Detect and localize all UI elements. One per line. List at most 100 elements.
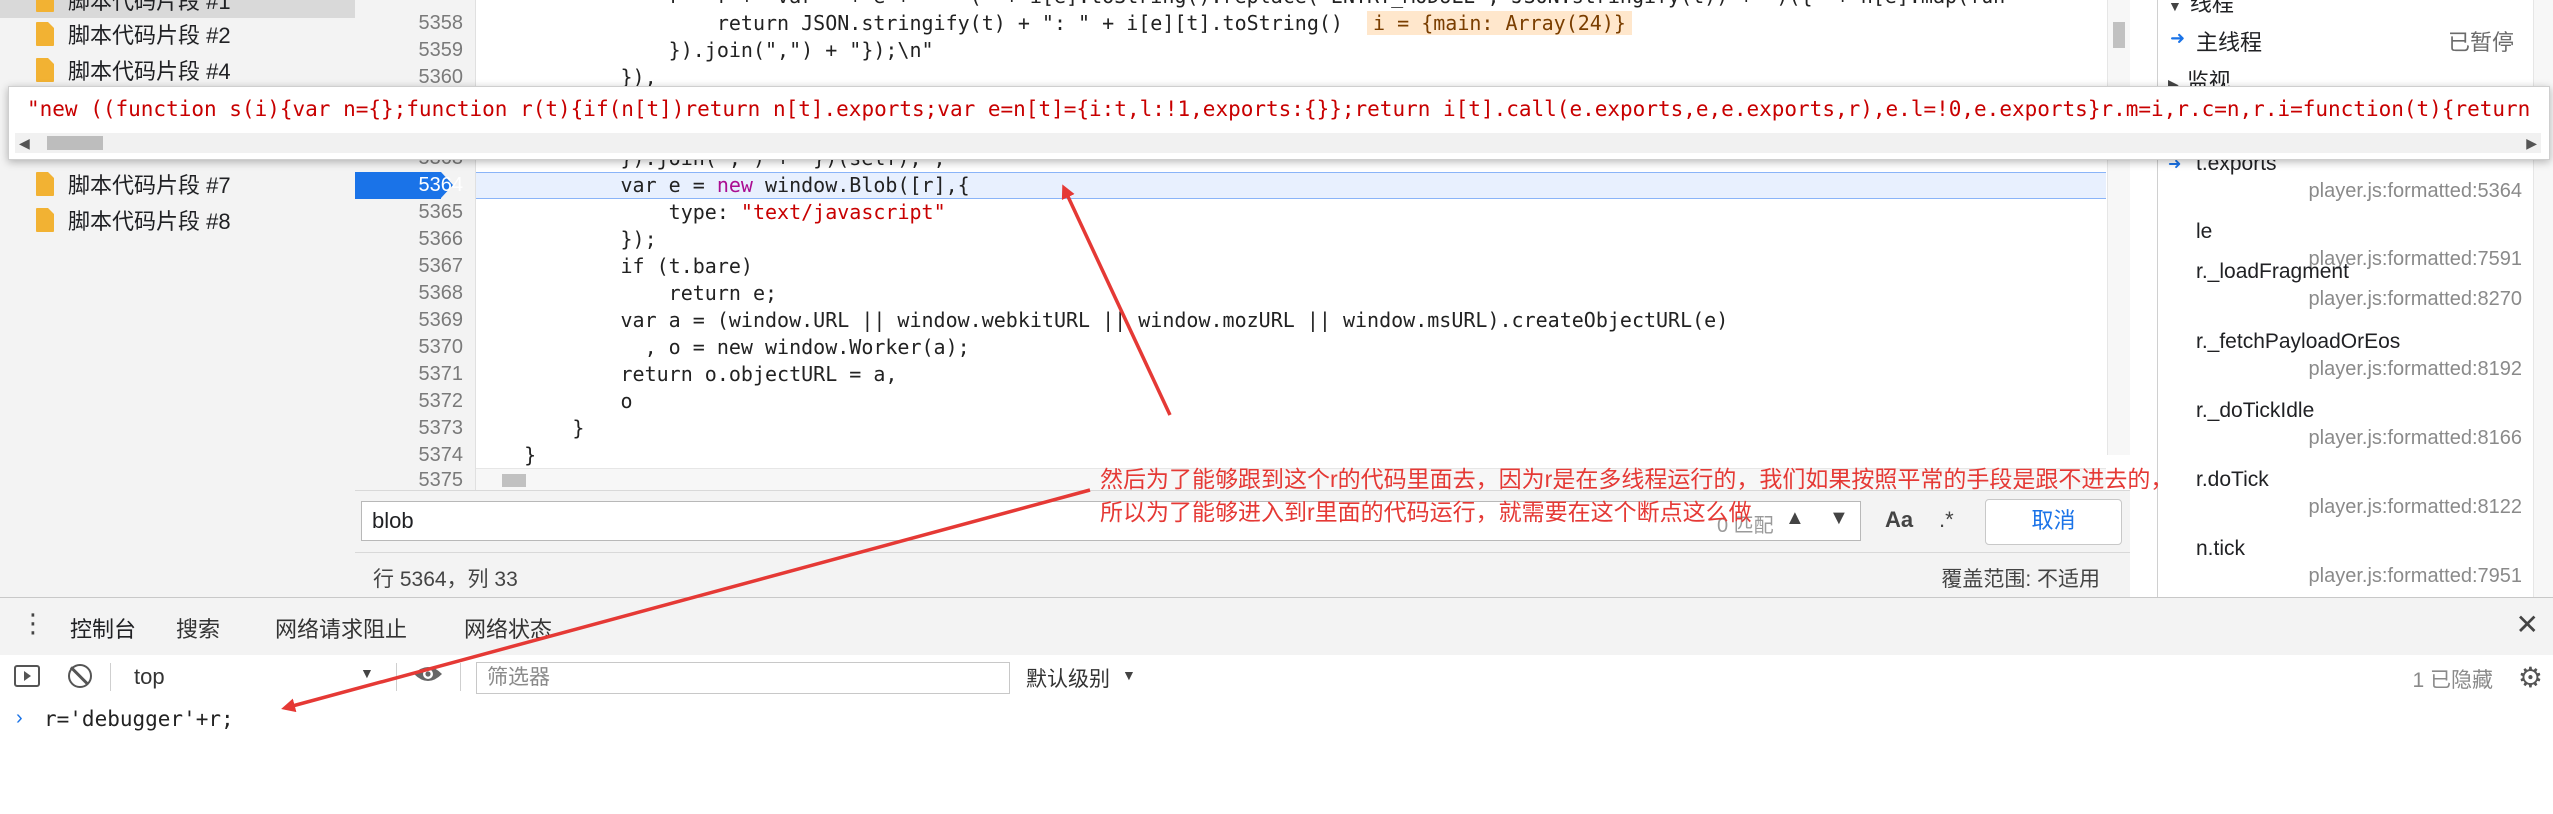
line-number[interactable]: 5365 [355, 199, 464, 226]
call-frame[interactable]: r._fetchPayloadOrEos player.js:formatted… [2158, 326, 2534, 394]
code-line[interactable]: return JSON.stringify(t) + ": " + i[e][t… [476, 10, 2106, 37]
code-text: return JSON.stringify(t) + ": " + i[e][t… [476, 11, 1343, 35]
tab-network-request-blocking[interactable]: 网络请求阻止 [275, 612, 407, 644]
line-gutter[interactable]: 5358 5359 5360 5363 5364 5365 5366 5367 … [355, 0, 476, 490]
dropdown-arrow-icon[interactable]: ▼ [1122, 667, 1136, 683]
line-number[interactable]: 5359 [355, 37, 464, 64]
line-number[interactable]: 5373 [355, 415, 464, 442]
dropdown-arrow-icon[interactable]: ▼ [360, 665, 374, 681]
line-number[interactable]: 5371 [355, 361, 464, 388]
log-level-selector[interactable]: 默认级别 [1026, 663, 1110, 693]
line-number[interactable]: 5375 [355, 467, 464, 490]
line-number[interactable]: 5370 [355, 334, 464, 361]
line-number-breakpoint[interactable]: 5364 [355, 172, 464, 199]
editor-vertical-scrollbar[interactable] [2107, 0, 2130, 455]
file-icon [36, 208, 54, 232]
line-number[interactable]: 5366 [355, 226, 464, 253]
thread-row-main[interactable]: ➜ 主线程 已暂停 [2158, 22, 2534, 58]
divider [396, 663, 397, 691]
threads-section-header[interactable]: ▼ 线程 [2168, 0, 2234, 18]
scroll-left-icon[interactable]: ◀ [19, 133, 30, 153]
console-output[interactable]: › r='debugger'+r; [0, 699, 2553, 814]
current-thread-icon: ➜ [2170, 28, 2186, 48]
code-line[interactable]: }); [476, 226, 2106, 253]
line-number[interactable]: 5368 [355, 280, 464, 307]
editor-status-bar: 行 5364，列 33 覆盖范围: 不适用 [355, 552, 2130, 598]
code-line[interactable]: return e; [476, 280, 2106, 307]
tree-item-label: 脚本代码片段 #4 [68, 59, 231, 84]
code-line[interactable]: var a = (window.URL || window.webkitURL … [476, 307, 2106, 334]
tab-network-conditions[interactable]: 网络状态 [464, 612, 552, 644]
code-line[interactable]: , o = new window.Worker(a); [476, 334, 2106, 361]
code-keyword: new [716, 173, 753, 197]
gear-icon[interactable]: ⚙ [2518, 661, 2543, 694]
file-icon [36, 22, 54, 46]
tree-item-snippet-7[interactable]: 脚本代码片段 #7 [0, 166, 355, 202]
prompt-chevron-icon: › [16, 707, 23, 729]
close-icon[interactable]: ✕ [2516, 608, 2539, 641]
code-line[interactable]: r = r + 'var ' + e + ' = (' + i[e].toStr… [476, 0, 2106, 10]
tab-search[interactable]: 搜索 [176, 612, 220, 644]
expanded-arrow-icon: ▼ [2168, 0, 2182, 14]
section-label: 线程 [2189, 0, 2234, 16]
tree-item-label: 脚本代码片段 #1 [68, 0, 231, 14]
code-line[interactable]: } [476, 415, 2106, 442]
code-text: var e = [476, 173, 717, 197]
more-tabs-icon[interactable]: ⋮ [20, 610, 46, 636]
scrollbar-thumb[interactable] [2113, 22, 2125, 48]
clear-console-icon[interactable] [68, 664, 92, 688]
line-number[interactable]: 5369 [355, 307, 464, 334]
drawer-tab-bar: ⋮ 控制台 搜索 网络请求阻止 网络状态 ✕ [0, 597, 2553, 660]
call-frame[interactable]: r._loadFragment player.js:formatted:8270 [2158, 256, 2534, 324]
code-line[interactable]: }).join(",") + "});\n" [476, 37, 2106, 64]
tree-item-label: 脚本代码片段 #8 [68, 209, 231, 234]
tree-item-snippet-4[interactable]: 脚本代码片段 #4 [0, 52, 355, 88]
line-number[interactable]: 5358 [355, 10, 464, 37]
frame-location: player.js:formatted:8270 [2308, 288, 2522, 310]
frame-location: player.js:formatted:8192 [2308, 358, 2522, 380]
console-toolbar: top ▼ 筛选器 默认级别 ▼ 1 已隐藏 ⚙ [0, 655, 2553, 700]
filter-input[interactable]: 筛选器 [476, 662, 1010, 694]
console-input[interactable]: r='debugger'+r; [44, 707, 234, 731]
tree-item-label: 脚本代码片段 #7 [68, 173, 231, 198]
show-sidebar-icon[interactable] [14, 665, 40, 687]
frame-name: r._loadFragment [2196, 260, 2349, 283]
code-line-paused[interactable]: var e = new window.Blob([r],{ [476, 172, 2106, 199]
inline-value-hint: i = {main: Array(24)} [1367, 11, 1632, 35]
code-text: type: [476, 200, 741, 224]
frame-name: r._doTickIdle [2196, 399, 2315, 422]
tree-item-snippet-2[interactable]: 脚本代码片段 #2 [0, 16, 355, 52]
scroll-right-icon[interactable]: ▶ [2526, 133, 2537, 153]
line-number[interactable]: 5374 [355, 442, 464, 469]
frame-location: player.js:formatted:5364 [2308, 180, 2522, 202]
scrollbar-thumb[interactable] [502, 474, 526, 487]
frame-location: player.js:formatted:8166 [2308, 427, 2522, 449]
coverage-status[interactable]: 覆盖范围: 不适用 [1941, 563, 2100, 593]
line-number[interactable]: 5372 [355, 388, 464, 415]
call-frame[interactable]: r.doTick player.js:formatted:8122 [2158, 464, 2534, 532]
code-string: "text/javascript" [740, 200, 946, 224]
frame-name: n.tick [2196, 537, 2246, 560]
tooltip-scrollbar[interactable]: ◀ ▶ [15, 133, 2541, 153]
cursor-position: 行 5364，列 33 [373, 568, 518, 591]
scrollbar-thumb[interactable] [47, 136, 103, 150]
code-line[interactable]: type: "text/javascript" [476, 199, 2106, 226]
tooltip-value-text[interactable]: "new ((function s(i){var n={};function r… [27, 97, 2537, 121]
live-expression-eye-icon[interactable] [412, 663, 444, 685]
line-number[interactable]: 5367 [355, 253, 464, 280]
file-icon [36, 58, 54, 82]
code-editor[interactable]: 5358 5359 5360 5363 5364 5365 5366 5367 … [355, 0, 2130, 490]
call-frame[interactable]: r._doTickIdle player.js:formatted:8166 [2158, 395, 2534, 463]
frame-name: r._fetchPayloadOrEos [2196, 330, 2401, 353]
code-text: window.Blob([r],{ [752, 173, 970, 197]
frame-location: player.js:formatted:7951 [2308, 565, 2522, 587]
code-line[interactable]: o [476, 388, 2106, 415]
code-line[interactable]: if (t.bare) [476, 253, 2106, 280]
hidden-messages-count: 1 已隐藏 [2412, 669, 2493, 692]
tab-console[interactable]: 控制台 [65, 612, 141, 660]
thread-name: 主线程 [2196, 30, 2263, 55]
code-line[interactable]: return o.objectURL = a, [476, 361, 2106, 388]
tree-item-snippet-8[interactable]: 脚本代码片段 #8 [0, 202, 355, 238]
frame-name: r.doTick [2196, 468, 2269, 491]
call-frame[interactable]: n.tick player.js:formatted:7951 [2158, 533, 2534, 597]
